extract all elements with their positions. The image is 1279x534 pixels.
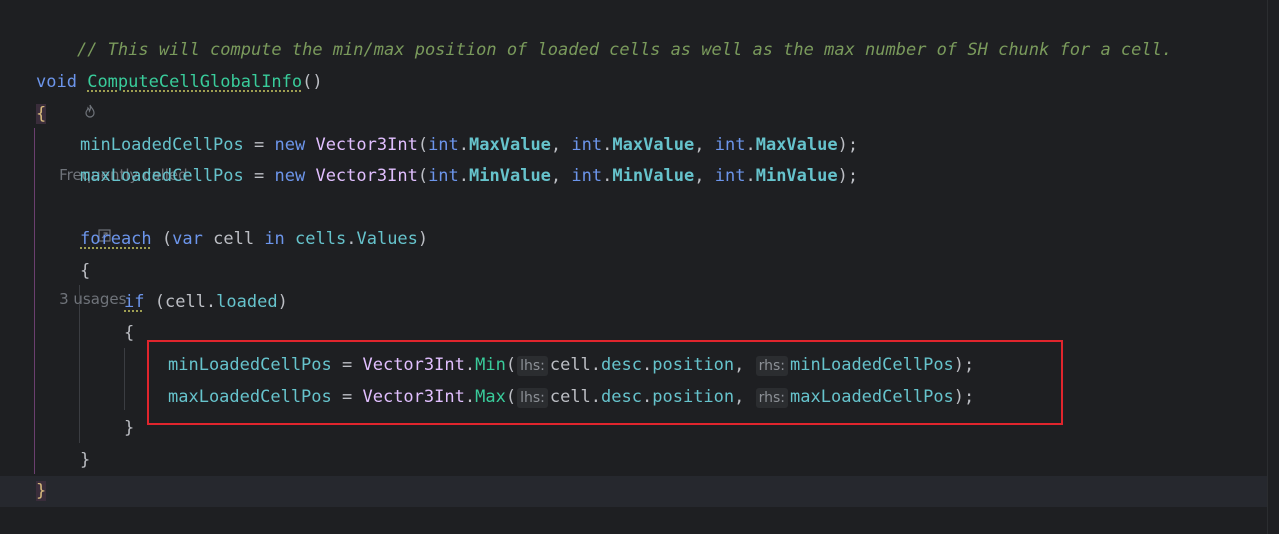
code-vision-hints: Frequently called 3 usages [36, 36, 1279, 308]
code-line-close-brace: } [0, 476, 1268, 507]
code-line-if: if (cell.loaded) [124, 292, 288, 312]
code-editor[interactable]: // This will compute the min/max positio… [0, 0, 1279, 534]
code-line-foreach-close: } [80, 445, 1279, 476]
keyword-int: int [428, 166, 459, 186]
const-minvalue: MinValue [612, 166, 695, 186]
keyword-new: new [274, 135, 306, 155]
type-vector3int: Vector3Int [315, 166, 418, 186]
field-values: Values [356, 229, 418, 249]
var-min: minLoadedCellPos [80, 135, 244, 155]
method-close-brace: } [36, 481, 47, 501]
usages-label[interactable]: 3 usages [59, 284, 126, 315]
keyword-void: void [36, 72, 77, 92]
code-line-signature: void ComputeCellGlobalInfo() [36, 67, 1279, 98]
code-line-comment: // This will compute the min/max positio… [36, 4, 1279, 60]
indent-guide-method [34, 128, 35, 474]
foreach-open-brace: { [80, 261, 91, 281]
const-minvalue: MinValue [469, 166, 551, 186]
code-line-min-init: minLoadedCellPos = new Vector3Int(int.Ma… [80, 135, 859, 155]
if-close-brace: } [124, 418, 135, 438]
const-maxvalue: MaxValue [755, 135, 838, 155]
const-minvalue: MinValue [755, 166, 838, 186]
var-cell: cell [213, 229, 255, 249]
keyword-int: int [714, 135, 746, 155]
vertical-scrollbar[interactable] [1267, 0, 1279, 534]
method-open-brace: { [36, 104, 47, 124]
code-line-foreach: foreach (var cell in cells.Values) [80, 229, 429, 249]
foreach-close-brace: } [80, 450, 91, 470]
keyword-new: new [274, 166, 306, 186]
keyword-in: in [264, 229, 285, 249]
code-line-foreach-open: { [80, 256, 1279, 287]
type-vector3int: Vector3Int [315, 135, 418, 155]
keyword-int: int [714, 166, 746, 186]
keyword-foreach: foreach [80, 229, 152, 249]
field-cells: cells [295, 229, 347, 249]
keyword-int: int [571, 135, 603, 155]
parens: () [302, 72, 323, 92]
highlight-annotation-box [147, 340, 1063, 425]
if-open-brace: { [124, 323, 135, 343]
const-maxvalue: MaxValue [469, 135, 551, 155]
var-max: maxLoadedCellPos [80, 166, 244, 186]
code-line-open-brace: { [36, 99, 1279, 130]
keyword-int: int [571, 166, 603, 186]
code-line-max-init: maxLoadedCellPos = new Vector3Int(int.Mi… [80, 166, 859, 186]
keyword-if: if [124, 292, 145, 312]
const-maxvalue: MaxValue [612, 135, 695, 155]
keyword-var: var [172, 229, 203, 249]
method-name[interactable]: ComputeCellGlobalInfo [87, 72, 302, 92]
var-cell: cell [164, 292, 206, 312]
field-loaded: loaded [216, 292, 278, 312]
indent-guide-if [124, 348, 125, 410]
keyword-int: int [428, 135, 459, 155]
